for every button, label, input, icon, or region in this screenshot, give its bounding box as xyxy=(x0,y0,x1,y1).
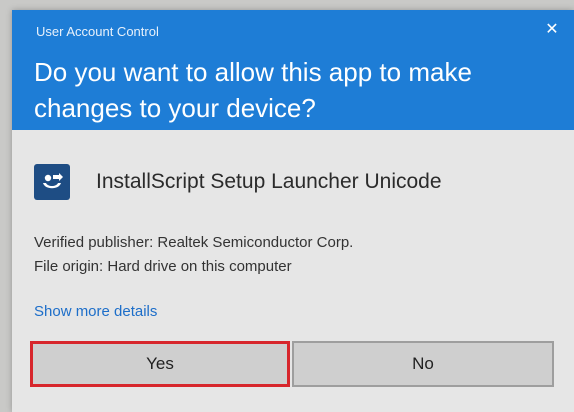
app-info-row: InstallScript Setup Launcher Unicode xyxy=(34,164,442,200)
installscript-logo-icon xyxy=(43,173,63,189)
installscript-app-icon xyxy=(34,164,70,200)
yes-button[interactable]: Yes xyxy=(30,341,290,387)
close-icon: ✕ xyxy=(545,21,559,38)
dialog-title: User Account Control xyxy=(36,24,159,39)
show-more-details-link[interactable]: Show more details xyxy=(34,303,157,320)
no-button-label: No xyxy=(412,354,434,373)
yes-button-label: Yes xyxy=(146,354,174,373)
no-button[interactable]: No xyxy=(292,341,554,387)
uac-dialog: User Account Control ✕ Do you want to al… xyxy=(12,10,574,412)
file-origin: File origin: Hard drive on this computer xyxy=(34,258,292,275)
uac-question: Do you want to allow this app to make ch… xyxy=(34,57,472,123)
app-name: InstallScript Setup Launcher Unicode xyxy=(96,170,442,193)
dialog-header: User Account Control ✕ Do you want to al… xyxy=(12,10,574,130)
close-button[interactable]: ✕ xyxy=(540,18,564,42)
verified-publisher: Verified publisher: Realtek Semiconducto… xyxy=(34,234,354,251)
